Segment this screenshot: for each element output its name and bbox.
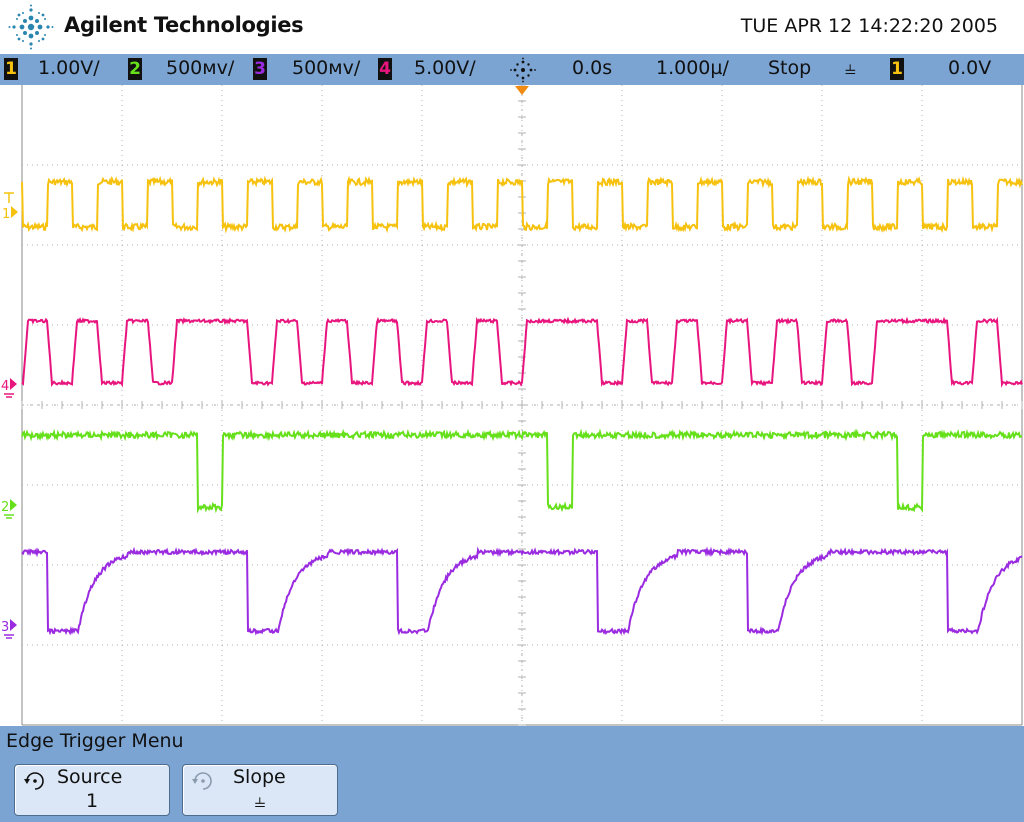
- trigger-level: 0.0V: [948, 57, 992, 79]
- slope-label: Slope: [233, 766, 286, 788]
- channel-2-ground-marker[interactable]: 2: [1, 499, 17, 519]
- channel-3-ground-marker[interactable]: 3: [1, 619, 17, 639]
- channel-4-ground-marker[interactable]: 4: [1, 378, 17, 398]
- svg-text:1: 1: [2, 207, 10, 222]
- channel-4-trace: [21, 316, 1023, 389]
- channel-1-ground-marker[interactable]: 1: [2, 192, 18, 222]
- channel-1-scale: 1.00V/: [38, 57, 100, 79]
- slope-softkey[interactable]: Slope ⫨: [182, 764, 338, 816]
- delay-reference-icon: [510, 57, 536, 83]
- agilent-spark-logo-icon: [8, 4, 54, 50]
- run-state: Stop: [768, 57, 812, 79]
- trigger-slope-icon: ⫨: [845, 57, 856, 79]
- source-value: 1: [85, 790, 99, 812]
- trigger-position-marker-icon: [515, 86, 529, 95]
- datetime-display: TUE APR 12 14:22:20 2005: [740, 15, 998, 37]
- brand-name: Agilent Technologies: [64, 13, 304, 37]
- source-softkey[interactable]: Source 1: [14, 764, 170, 816]
- timebase-value: 1.000µ/: [656, 57, 729, 79]
- delay-value: 0.0s: [572, 57, 613, 79]
- channel-2-indicator[interactable]: 2: [128, 58, 142, 80]
- svg-text:4: 4: [1, 379, 9, 394]
- channel-3-indicator[interactable]: 3: [253, 58, 267, 80]
- softkey-menu: Edge Trigger Menu Source 1 Slope ⫨: [0, 726, 1024, 822]
- slope-value: ⫨: [254, 790, 266, 812]
- status-bar: 1 1.00V/ 2 500ᴍᴠ/ 3 500ᴍᴠ/ 4 5.00V/ 0.0s…: [0, 54, 1024, 85]
- header: Agilent Technologies TUE APR 12 14:22:20…: [0, 0, 1024, 54]
- svg-text:2: 2: [1, 500, 9, 515]
- channel-1-indicator[interactable]: 1: [4, 58, 18, 80]
- channel-4-scale: 5.00V/: [414, 57, 476, 79]
- rotate-knob-icon: [24, 772, 44, 790]
- source-label: Source: [57, 766, 123, 788]
- rotate-knob-icon: [192, 772, 212, 790]
- channel-3-scale: 500ᴍᴠ/: [292, 57, 361, 79]
- channel-2-scale: 500ᴍᴠ/: [166, 57, 235, 79]
- channel-1-trace: [21, 175, 1023, 234]
- channel-4-indicator[interactable]: 4: [378, 58, 392, 80]
- menu-title: Edge Trigger Menu: [6, 730, 184, 752]
- trigger-source-indicator: 1: [890, 58, 904, 80]
- waveform-display: 1 4 2 3: [0, 85, 1024, 726]
- svg-text:3: 3: [1, 620, 9, 635]
